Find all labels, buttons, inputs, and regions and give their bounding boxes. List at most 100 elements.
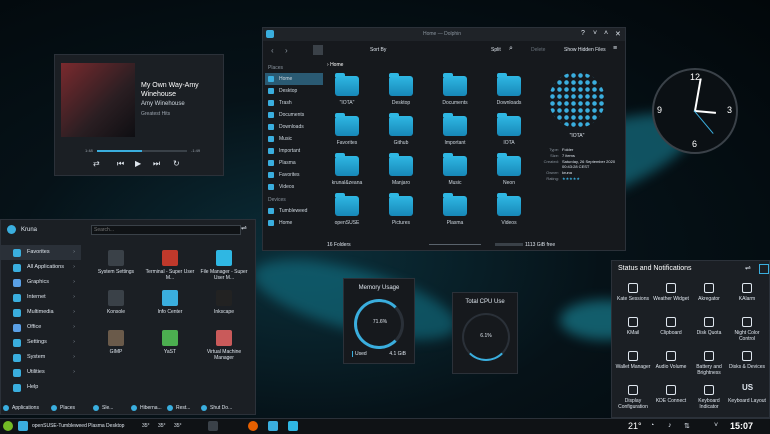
forward-icon[interactable]: › — [285, 46, 288, 55]
sidebar-item-music[interactable]: Music — [265, 133, 323, 145]
search-icon[interactable]: ⌕ — [509, 45, 513, 53]
category-system[interactable]: System › — [1, 350, 81, 365]
footer-button[interactable]: Shut Do... — [201, 405, 232, 411]
sidebar-item-important[interactable]: Important — [265, 145, 323, 157]
quick-setting[interactable]: Weather Widget — [652, 283, 690, 302]
pin-icon[interactable]: ⇌ — [241, 224, 247, 232]
shuffle-icon[interactable]: ⇄ — [93, 159, 100, 168]
category-internet[interactable]: Internet › — [1, 290, 81, 305]
file-item[interactable]: "IOTA" — [327, 73, 367, 106]
file-item[interactable]: Downloads — [489, 73, 529, 106]
quick-setting[interactable]: KAlarm — [728, 283, 766, 302]
category-office[interactable]: Office › — [1, 320, 81, 335]
footer-button[interactable]: Sle... — [93, 405, 113, 411]
file-item[interactable]: Videos — [489, 193, 529, 226]
file-item[interactable]: Plasma — [435, 193, 475, 226]
quick-setting[interactable]: US Keyboard Layout — [728, 384, 766, 405]
footer-button[interactable]: Applications — [3, 405, 39, 411]
file-item[interactable]: Neon — [489, 153, 529, 186]
quick-setting[interactable]: Clipboard — [652, 317, 690, 336]
quick-setting[interactable]: Kate Sessions — [614, 283, 652, 302]
file-item[interactable]: krunal&zeana — [327, 153, 367, 186]
sidebar-item-plasma[interactable]: Plasma — [265, 157, 323, 169]
previous-icon[interactable]: ⏮ — [117, 159, 124, 169]
sidebar-item-trash[interactable]: Trash — [265, 97, 323, 109]
dolphin-task-icon[interactable] — [288, 421, 298, 431]
seek-slider[interactable] — [97, 150, 187, 152]
files-icon[interactable] — [268, 421, 278, 431]
quick-setting[interactable]: Disks & Devices — [728, 351, 766, 370]
file-item[interactable]: Desktop — [381, 73, 421, 106]
app-item[interactable]: File Manager - Super User M... — [199, 250, 249, 281]
app-item[interactable]: Konsole — [91, 290, 141, 315]
category-help[interactable]: Help — [1, 380, 81, 395]
quick-setting[interactable]: KMail — [614, 317, 652, 336]
sidebar-item-documents[interactable]: Documents — [265, 109, 323, 121]
network-icon[interactable]: ⇅ — [684, 422, 690, 430]
sidebar-item-desktop[interactable]: Desktop — [265, 85, 323, 97]
file-item[interactable]: IOTA — [489, 113, 529, 146]
zoom-slider[interactable] — [429, 244, 481, 245]
sort-button[interactable]: Sort By — [370, 47, 386, 53]
category-utilities[interactable]: Utilities › — [1, 365, 81, 380]
minimize-icon[interactable]: ˅ — [593, 30, 597, 37]
device-item[interactable]: Tumbleweed — [265, 205, 323, 217]
file-item[interactable]: Pictures — [381, 193, 421, 226]
tray-expand-icon[interactable]: ˅ — [714, 422, 718, 429]
footer-button[interactable]: Hiberna... — [131, 405, 162, 411]
firefox-icon[interactable] — [248, 421, 258, 431]
quick-setting[interactable]: Akregator — [690, 283, 728, 302]
settings-icon[interactable]: ⇌ — [745, 264, 751, 272]
task-icon[interactable] — [18, 421, 28, 431]
quick-setting[interactable]: Wallet Manager — [614, 351, 652, 370]
menu-icon[interactable]: ≡ — [613, 45, 617, 52]
file-item[interactable]: Manjaro — [381, 153, 421, 186]
app-item[interactable]: Terminal - Super User M... — [145, 250, 195, 281]
breadcrumb[interactable]: › Home — [327, 62, 343, 68]
terminal-icon[interactable] — [208, 421, 218, 431]
clock[interactable]: 15:07 — [730, 421, 753, 431]
split-button[interactable]: Split — [491, 47, 501, 53]
user-avatar[interactable] — [7, 225, 16, 234]
quick-setting[interactable]: Night Color Control — [728, 317, 766, 342]
category-favorites[interactable]: Favorites › — [1, 245, 81, 260]
quick-setting[interactable]: Disk Quota — [690, 317, 728, 336]
file-item[interactable]: Documents — [435, 73, 475, 106]
device-item[interactable]: Home — [265, 217, 323, 229]
delete-button[interactable]: Delete — [531, 47, 545, 53]
wifi-icon[interactable]: ◔ — [650, 422, 654, 429]
file-item[interactable]: Important — [435, 113, 475, 146]
footer-button[interactable]: Rest... — [167, 405, 190, 411]
app-item[interactable]: Inkscape — [199, 290, 249, 315]
help-icon[interactable]: ? — [581, 30, 585, 37]
quick-setting[interactable]: KDE Connect — [652, 385, 690, 404]
category-all-applications[interactable]: All Applications › — [1, 260, 81, 275]
category-multimedia[interactable]: Multimedia › — [1, 305, 81, 320]
app-item[interactable]: Virtual Machine Manager — [199, 330, 249, 361]
opensuse-icon[interactable] — [3, 421, 13, 431]
sidebar-item-videos[interactable]: Videos — [265, 181, 323, 193]
task-opensuse[interactable]: openSUSE-Tumbleweed — [32, 423, 87, 429]
file-item[interactable]: openSUSE — [327, 193, 367, 226]
quick-setting[interactable]: Keyboard Indicator — [690, 385, 728, 410]
close-icon[interactable]: ✕ — [615, 30, 621, 38]
file-item[interactable]: Music — [435, 153, 475, 186]
category-graphics[interactable]: Graphics › — [1, 275, 81, 290]
icon-view-icon[interactable] — [313, 45, 323, 55]
category-settings[interactable]: Settings › — [1, 335, 81, 350]
sidebar-item-favorites[interactable]: Favorites — [265, 169, 323, 181]
search-input[interactable] — [91, 225, 241, 235]
quick-setting[interactable]: Battery and Brightness — [690, 351, 728, 376]
app-item[interactable]: GIMP — [91, 330, 141, 355]
app-item[interactable]: Info Center — [145, 290, 195, 315]
app-item[interactable]: System Settings — [91, 250, 141, 275]
task-plasma[interactable]: Plasma Desktop — [88, 423, 124, 429]
maximize-icon[interactable]: ˄ — [604, 30, 608, 37]
play-icon[interactable]: ▶ — [135, 159, 141, 168]
next-icon[interactable]: ⏭ — [153, 159, 160, 169]
file-item[interactable]: Github — [381, 113, 421, 146]
pin-icon[interactable] — [759, 264, 769, 274]
repeat-icon[interactable]: ↻ — [173, 159, 180, 168]
file-item[interactable]: Favorites — [327, 113, 367, 146]
app-item[interactable]: YaST — [145, 330, 195, 355]
